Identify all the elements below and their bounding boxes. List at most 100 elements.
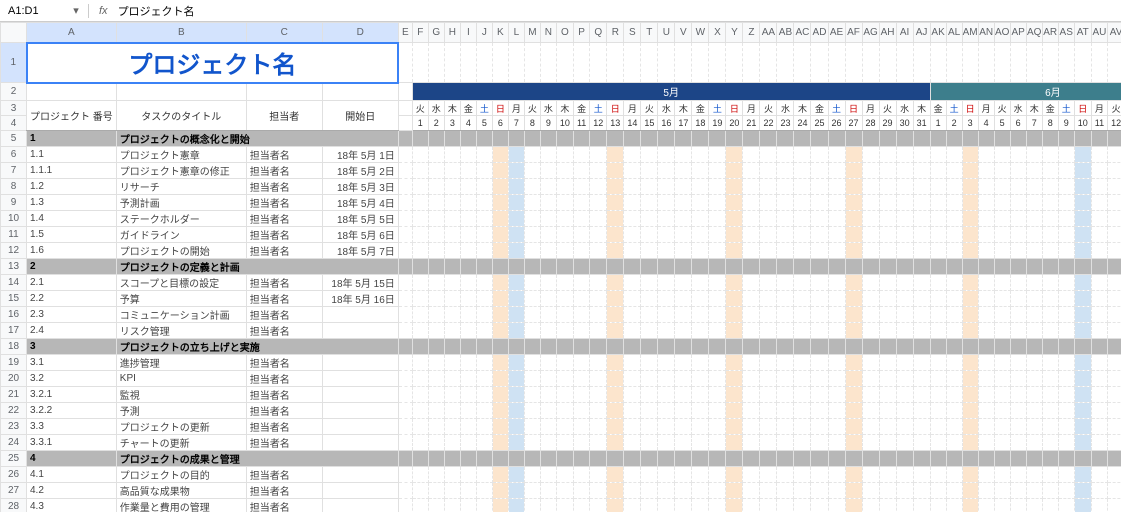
cal-cell[interactable] <box>508 371 524 387</box>
cal-cell[interactable] <box>624 291 641 307</box>
cal-cell[interactable] <box>412 451 428 467</box>
cal-cell[interactable] <box>492 451 508 467</box>
cal-cell[interactable] <box>777 403 794 419</box>
cal-cell[interactable] <box>794 467 811 483</box>
cal-cell[interactable] <box>879 259 896 275</box>
cal-cell[interactable] <box>930 243 946 259</box>
cal-cell[interactable] <box>811 291 828 307</box>
cal-cell[interactable] <box>1026 323 1042 339</box>
cal-cell[interactable] <box>743 195 760 211</box>
cal-cell[interactable] <box>675 387 692 403</box>
cal-cell[interactable] <box>962 131 978 147</box>
cal-cell[interactable] <box>1091 147 1107 163</box>
cal-cell[interactable] <box>946 467 962 483</box>
cal-cell[interactable] <box>1091 259 1107 275</box>
cal-cell[interactable] <box>1108 355 1121 371</box>
cal-cell[interactable] <box>675 291 692 307</box>
cal-cell[interactable] <box>428 371 444 387</box>
cal-cell[interactable] <box>845 435 862 451</box>
cal-cell[interactable] <box>412 403 428 419</box>
cal-cell[interactable] <box>658 499 675 512</box>
cal-cell[interactable] <box>492 419 508 435</box>
cal-cell[interactable] <box>540 307 556 323</box>
cal-cell[interactable] <box>978 211 994 227</box>
cal-cell[interactable] <box>540 179 556 195</box>
cal-cell[interactable] <box>896 227 913 243</box>
cal-cell[interactable] <box>1091 243 1107 259</box>
cal-cell[interactable] <box>540 211 556 227</box>
cal-cell[interactable] <box>524 483 540 499</box>
cal-cell[interactable] <box>1042 339 1058 355</box>
cal-cell[interactable] <box>743 179 760 195</box>
col-header-Q[interactable]: Q <box>590 23 607 43</box>
cal-cell[interactable] <box>978 467 994 483</box>
cal-cell[interactable] <box>794 355 811 371</box>
col-header-AJ[interactable]: AJ <box>913 23 930 43</box>
cal-cell[interactable] <box>1091 291 1107 307</box>
cal-cell[interactable] <box>590 259 607 275</box>
cal-cell[interactable] <box>913 451 930 467</box>
cal-cell[interactable] <box>508 259 524 275</box>
cell[interactable] <box>692 43 709 83</box>
cal-cell[interactable] <box>1074 307 1091 323</box>
cal-cell[interactable] <box>540 227 556 243</box>
cal-cell[interactable] <box>913 371 930 387</box>
cal-cell[interactable] <box>590 323 607 339</box>
cal-cell[interactable] <box>709 403 726 419</box>
cal-cell[interactable] <box>444 323 460 339</box>
cal-cell[interactable] <box>658 275 675 291</box>
cal-cell[interactable] <box>709 467 726 483</box>
cal-cell[interactable] <box>1074 179 1091 195</box>
cal-cell[interactable] <box>1010 467 1026 483</box>
cal-cell[interactable] <box>794 195 811 211</box>
cal-cell[interactable] <box>930 227 946 243</box>
cal-cell[interactable] <box>879 291 896 307</box>
cal-cell[interactable] <box>962 323 978 339</box>
cal-cell[interactable] <box>658 355 675 371</box>
cal-cell[interactable] <box>994 147 1010 163</box>
cal-cell[interactable] <box>641 307 658 323</box>
cal-cell[interactable] <box>726 131 743 147</box>
task-owner[interactable]: 担当者名 <box>246 435 322 451</box>
cal-cell[interactable] <box>930 387 946 403</box>
cal-cell[interactable] <box>828 387 845 403</box>
cal-cell[interactable] <box>794 419 811 435</box>
cal-cell[interactable] <box>946 451 962 467</box>
col-header-AU[interactable]: AU <box>1091 23 1107 43</box>
cal-cell[interactable] <box>862 403 879 419</box>
task-date[interactable] <box>322 387 398 403</box>
cal-cell[interactable] <box>862 451 879 467</box>
cal-cell[interactable] <box>540 467 556 483</box>
cal-cell[interactable] <box>845 483 862 499</box>
cal-cell[interactable] <box>1026 355 1042 371</box>
cal-cell[interactable] <box>913 179 930 195</box>
select-all-corner[interactable] <box>1 23 27 43</box>
cal-cell[interactable] <box>994 387 1010 403</box>
cal-cell[interactable] <box>1091 307 1107 323</box>
cal-cell[interactable] <box>913 195 930 211</box>
cal-cell[interactable] <box>777 483 794 499</box>
cal-cell[interactable] <box>777 323 794 339</box>
cal-cell[interactable] <box>994 211 1010 227</box>
cal-cell[interactable] <box>412 147 428 163</box>
cal-cell[interactable] <box>1058 451 1074 467</box>
cal-cell[interactable] <box>930 323 946 339</box>
cal-cell[interactable] <box>994 339 1010 355</box>
cal-cell[interactable] <box>1042 467 1058 483</box>
cal-cell[interactable] <box>428 451 444 467</box>
cal-cell[interactable] <box>896 179 913 195</box>
task-title[interactable]: プロジェクトの更新 <box>116 419 246 435</box>
cal-cell[interactable] <box>675 371 692 387</box>
col-header-AB[interactable]: AB <box>777 23 794 43</box>
task-id[interactable]: 3.1 <box>27 355 117 371</box>
cal-cell[interactable] <box>709 419 726 435</box>
cell[interactable] <box>398 43 412 83</box>
cal-cell[interactable] <box>590 387 607 403</box>
cal-cell[interactable] <box>624 483 641 499</box>
cal-cell[interactable] <box>556 227 573 243</box>
cal-cell[interactable] <box>1042 403 1058 419</box>
cal-cell[interactable] <box>743 451 760 467</box>
row-header-4[interactable]: 4 <box>1 116 27 131</box>
cal-cell[interactable] <box>428 243 444 259</box>
col-header-AP[interactable]: AP <box>1010 23 1026 43</box>
